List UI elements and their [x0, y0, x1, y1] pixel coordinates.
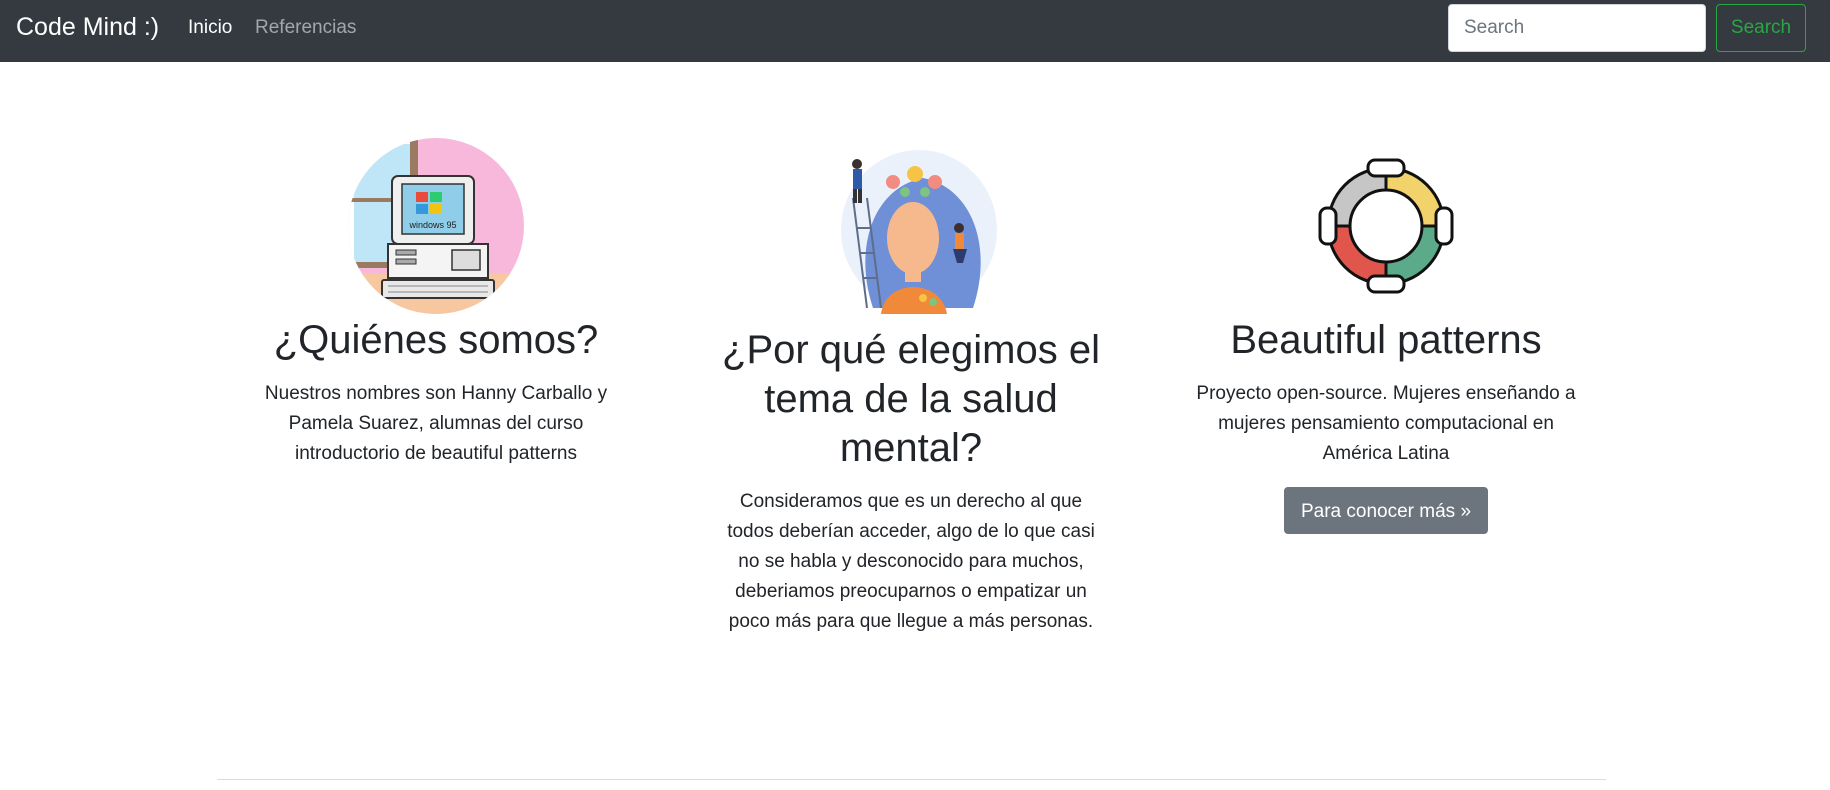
search-button[interactable]: Search: [1716, 4, 1806, 52]
retro-computer-image: windows 95: [348, 138, 524, 314]
column-text: Consideramos que es un derecho al que to…: [727, 491, 1095, 632]
column-title: ¿Por qué elegimos el tema de la salud me…: [722, 328, 1100, 470]
feature-column-beautiful-patterns: Beautiful patterns Proyecto open-source.…: [1196, 138, 1576, 534]
screen-label: windows 95: [408, 220, 456, 230]
mental-health-image: [841, 150, 997, 314]
feature-column-salud-mental: ¿Por qué elegimos el tema de la salud me…: [721, 138, 1101, 637]
search-input[interactable]: [1448, 4, 1706, 52]
column-title: Beautiful patterns: [1230, 318, 1542, 362]
brand-logo[interactable]: Code Mind :): [16, 13, 159, 42]
nav-link-inicio[interactable]: Inicio: [188, 17, 232, 39]
column-title: ¿Quiénes somos?: [273, 318, 599, 362]
column-text: Proyecto open-source. Mujeres enseñando …: [1196, 383, 1576, 464]
hands-circle-logo: [1318, 158, 1454, 294]
column-text: Nuestros nombres son Hanny Carballo y Pa…: [264, 383, 608, 464]
navbar: Code Mind :) Inicio Referencias Search: [0, 0, 1830, 62]
learn-more-button[interactable]: Para conocer más »: [1283, 487, 1489, 534]
nav-link-referencias[interactable]: Referencias: [255, 17, 356, 39]
feature-column-quienes: windows 95 ¿Quiénes somos? Nuestros nomb…: [246, 138, 626, 469]
footer-divider: [217, 779, 1606, 780]
